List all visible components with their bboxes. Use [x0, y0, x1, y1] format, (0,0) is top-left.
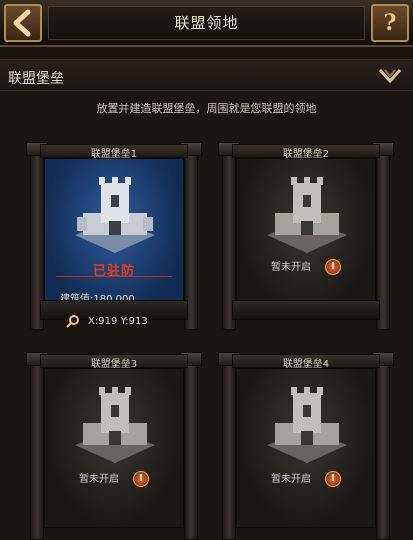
pillar-left: [30, 358, 44, 540]
page-title: 联盟领地: [174, 14, 239, 32]
warning-icon[interactable]: !: [325, 259, 341, 275]
help-button[interactable]: ?: [371, 4, 409, 42]
hint-text: 放置并建造联盟堡垒，周围就是您联盟的领地: [96, 102, 317, 115]
pillar-right: [184, 358, 198, 540]
fortress-panel: [44, 368, 184, 528]
divider: [56, 276, 172, 277]
status-row: 暂未开启!: [222, 470, 390, 487]
help-icon: ?: [383, 10, 397, 36]
status-row: 暂未开启!: [30, 470, 198, 487]
castle-icon: [75, 387, 155, 463]
section-header[interactable]: 联盟堡垒: [0, 59, 413, 91]
castle-icon: [267, 387, 347, 463]
fortress-card-1[interactable]: 联盟堡垒1 已驻防 建筑值:180,000 X:919 Y:913: [26, 140, 202, 332]
coords-link[interactable]: X:919 Y:913: [44, 312, 184, 332]
castle-icon: [75, 177, 155, 253]
locked-status: 暂未开启: [271, 474, 311, 485]
pillar-left: [222, 358, 236, 540]
card-base: [232, 300, 380, 320]
locked-status: 暂未开启: [79, 474, 119, 485]
coordinates: X:919 Y:913: [88, 316, 148, 327]
search-icon: [66, 315, 79, 328]
status-row: 暂未开启!: [222, 258, 390, 275]
top-bar: 联盟领地 ?: [0, 0, 413, 47]
section-title: 联盟堡垒: [8, 71, 64, 87]
fortress-card-4[interactable]: 联盟堡垒4 暂未开启!: [218, 350, 394, 540]
warning-icon[interactable]: !: [325, 471, 341, 487]
warning-icon[interactable]: !: [133, 471, 149, 487]
castle-icon: [267, 177, 347, 253]
chevron-down-icon[interactable]: [377, 66, 403, 86]
pillar-right: [376, 358, 390, 540]
fortress-panel: [236, 368, 376, 528]
fortress-card-2[interactable]: 联盟堡垒2 暂未开启!: [218, 140, 394, 330]
locked-status: 暂未开启: [271, 262, 311, 273]
fortress-card-3[interactable]: 联盟堡垒3 暂未开启!: [26, 350, 202, 540]
fortress-panel: [236, 158, 376, 318]
